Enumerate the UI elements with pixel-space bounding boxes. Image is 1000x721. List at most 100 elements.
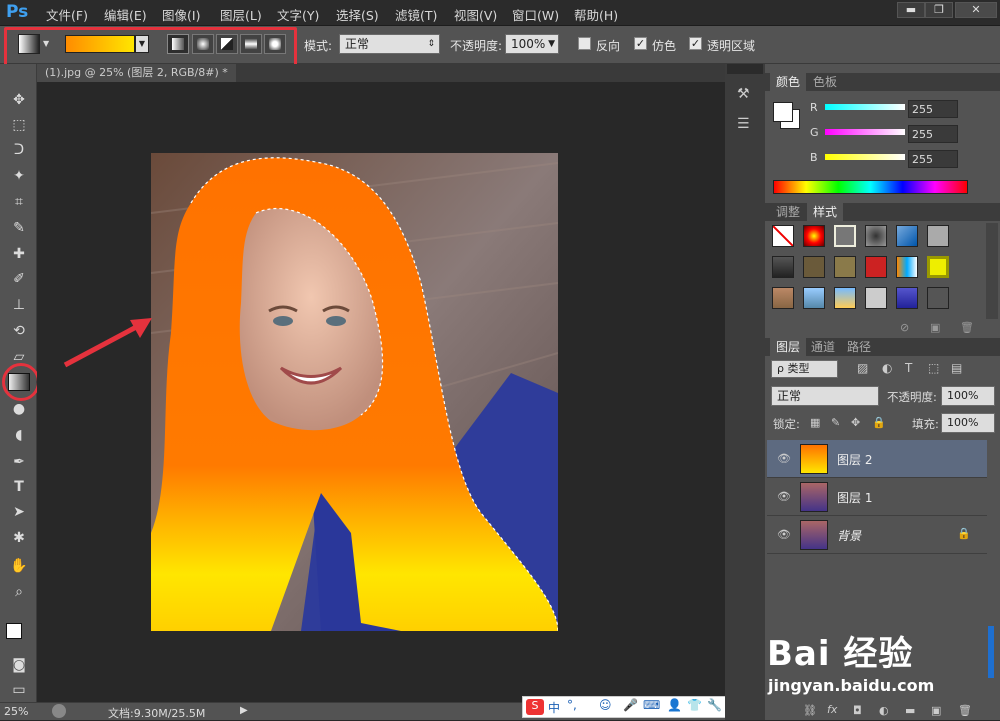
delete-layer-icon[interactable]: 🗑 xyxy=(958,704,972,717)
blur-tool-icon[interactable]: ● xyxy=(8,399,30,419)
style-swatch[interactable] xyxy=(927,256,949,278)
healing-brush-icon[interactable]: ✚ xyxy=(8,244,30,264)
eye-icon[interactable]: 👁 xyxy=(777,528,791,542)
style-swatch[interactable] xyxy=(865,287,887,309)
menu-edit[interactable]: 编辑(E) xyxy=(104,5,147,23)
tab-layers[interactable]: 图层 xyxy=(770,338,807,356)
styles-scrollbar[interactable] xyxy=(986,223,998,319)
style-swatch[interactable] xyxy=(896,225,918,247)
lock-transparent-icon[interactable]: ▦ xyxy=(810,416,820,429)
new-style-icon[interactable]: ▣ xyxy=(930,321,940,334)
brush-tool-icon[interactable]: ✐ xyxy=(8,269,30,289)
style-swatch[interactable] xyxy=(865,225,887,247)
link-layers-icon[interactable]: ⛓ xyxy=(803,704,817,717)
g-slider[interactable] xyxy=(825,129,905,135)
tab-swatches[interactable]: 色板 xyxy=(807,73,843,91)
dodge-tool-icon[interactable]: ◖ xyxy=(8,425,30,445)
pen-tool-icon[interactable]: ✒ xyxy=(8,452,30,472)
keyboard-icon[interactable]: ⌨ xyxy=(643,698,660,712)
tools-preset-icon[interactable]: ⚒ xyxy=(737,86,750,102)
share-icon[interactable] xyxy=(52,704,66,718)
stamp-tool-icon[interactable]: ⊥ xyxy=(8,295,30,315)
style-swatch[interactable] xyxy=(896,256,918,278)
g-value[interactable]: 255 xyxy=(908,125,958,143)
r-value[interactable]: 255 xyxy=(908,100,958,118)
eye-icon[interactable]: 👁 xyxy=(777,490,791,504)
reverse-checkbox[interactable] xyxy=(578,37,591,50)
quick-mask-icon[interactable]: ◙ xyxy=(8,655,30,675)
new-group-icon[interactable]: ▬ xyxy=(905,704,915,717)
lasso-tool-icon[interactable]: ᑐ xyxy=(8,140,30,160)
style-swatch[interactable] xyxy=(834,287,856,309)
filter-image-icon[interactable]: ▨ xyxy=(857,361,868,375)
style-swatch[interactable] xyxy=(834,225,856,247)
tab-color[interactable]: 颜色 xyxy=(770,73,807,91)
hand-tool-icon[interactable]: ✋ xyxy=(8,556,30,576)
menu-file[interactable]: 文件(F) xyxy=(46,5,88,23)
foreground-color-swatch[interactable] xyxy=(6,623,22,639)
style-swatch[interactable] xyxy=(927,225,949,247)
opacity-input[interactable]: 100% ▼ xyxy=(505,34,559,54)
document-canvas[interactable] xyxy=(151,153,558,631)
type-tool-icon[interactable]: T xyxy=(8,477,30,497)
ime-mode[interactable]: 中 xyxy=(548,699,560,716)
user-icon[interactable]: 👤 xyxy=(667,698,682,712)
menu-image[interactable]: 图像(I) xyxy=(162,5,200,23)
tab-paths[interactable]: 路径 xyxy=(841,338,877,356)
style-none[interactable] xyxy=(772,225,794,247)
filter-shape-icon[interactable]: ⬚ xyxy=(928,361,939,375)
history-brush-icon[interactable]: ⟲ xyxy=(8,321,30,341)
b-value[interactable]: 255 xyxy=(908,150,958,168)
filter-adjust-icon[interactable]: ◐ xyxy=(882,361,892,375)
style-swatch[interactable] xyxy=(803,287,825,309)
lock-pixels-icon[interactable]: ✎ xyxy=(831,416,840,429)
zoom-tool-icon[interactable]: ⌕ xyxy=(8,582,30,602)
style-swatch[interactable] xyxy=(772,287,794,309)
tab-styles[interactable]: 样式 xyxy=(807,203,844,221)
adjustment-layer-icon[interactable]: ◐ xyxy=(879,704,889,717)
tab-channels[interactable]: 通道 xyxy=(805,338,841,356)
skin-icon[interactable]: 👕 xyxy=(687,698,702,712)
layer-row[interactable]: 👁 图层 2 xyxy=(767,440,987,478)
screen-mode-icon[interactable]: ▭ xyxy=(8,680,30,700)
menu-type[interactable]: 文字(Y) xyxy=(277,5,319,23)
lock-position-icon[interactable]: ✥ xyxy=(851,416,860,429)
close-button[interactable]: ✕ xyxy=(955,2,997,18)
layers-scrollbar[interactable] xyxy=(988,626,994,678)
path-selection-icon[interactable]: ➤ xyxy=(8,502,30,522)
mode-select[interactable]: 正常 ⇕ xyxy=(339,34,440,54)
clear-style-icon[interactable]: ⊘ xyxy=(900,321,909,334)
eyedropper-icon[interactable]: ✎ xyxy=(8,218,30,238)
emoji-icon[interactable]: ☺ xyxy=(599,698,612,712)
eye-icon[interactable]: 👁 xyxy=(777,452,791,466)
tab-adjustments[interactable]: 调整 xyxy=(770,203,806,221)
minimize-button[interactable]: ▬ xyxy=(897,2,925,18)
fill-input[interactable]: 100% xyxy=(941,413,995,433)
layer-row[interactable]: 👁 背景 🔒 xyxy=(767,516,987,554)
menu-filter[interactable]: 滤镜(T) xyxy=(395,5,437,23)
magic-wand-icon[interactable]: ✦ xyxy=(8,166,30,186)
style-swatch[interactable] xyxy=(927,287,949,309)
style-swatch[interactable] xyxy=(896,287,918,309)
transparency-checkbox[interactable]: ✓ xyxy=(689,37,702,50)
menu-layer[interactable]: 图层(L) xyxy=(220,5,262,23)
menu-view[interactable]: 视图(V) xyxy=(454,5,497,23)
layer-filter-select[interactable]: ρ 类型 xyxy=(771,360,838,378)
lock-all-icon[interactable]: 🔒 xyxy=(872,416,886,429)
style-swatch[interactable] xyxy=(803,225,825,247)
properties-icon[interactable]: ☰ xyxy=(737,116,750,132)
style-swatch[interactable] xyxy=(803,256,825,278)
color-spectrum[interactable] xyxy=(773,180,968,194)
r-slider[interactable] xyxy=(825,104,905,110)
crop-tool-icon[interactable]: ⌗ xyxy=(8,192,30,212)
trash-icon[interactable]: 🗑 xyxy=(960,321,974,334)
fx-icon[interactable]: fx xyxy=(827,703,837,716)
style-swatch[interactable] xyxy=(772,256,794,278)
menu-window[interactable]: 窗口(W) xyxy=(512,5,559,23)
marquee-tool-icon[interactable]: ⬚ xyxy=(8,115,30,135)
style-swatch[interactable] xyxy=(865,256,887,278)
add-mask-icon[interactable]: ◘ xyxy=(853,704,862,717)
document-tab[interactable]: (1).jpg @ 25% (图层 2, RGB/8#) * xyxy=(37,64,236,82)
mic-icon[interactable]: 🎤 xyxy=(623,698,638,712)
restore-button[interactable]: ❐ xyxy=(925,2,953,18)
